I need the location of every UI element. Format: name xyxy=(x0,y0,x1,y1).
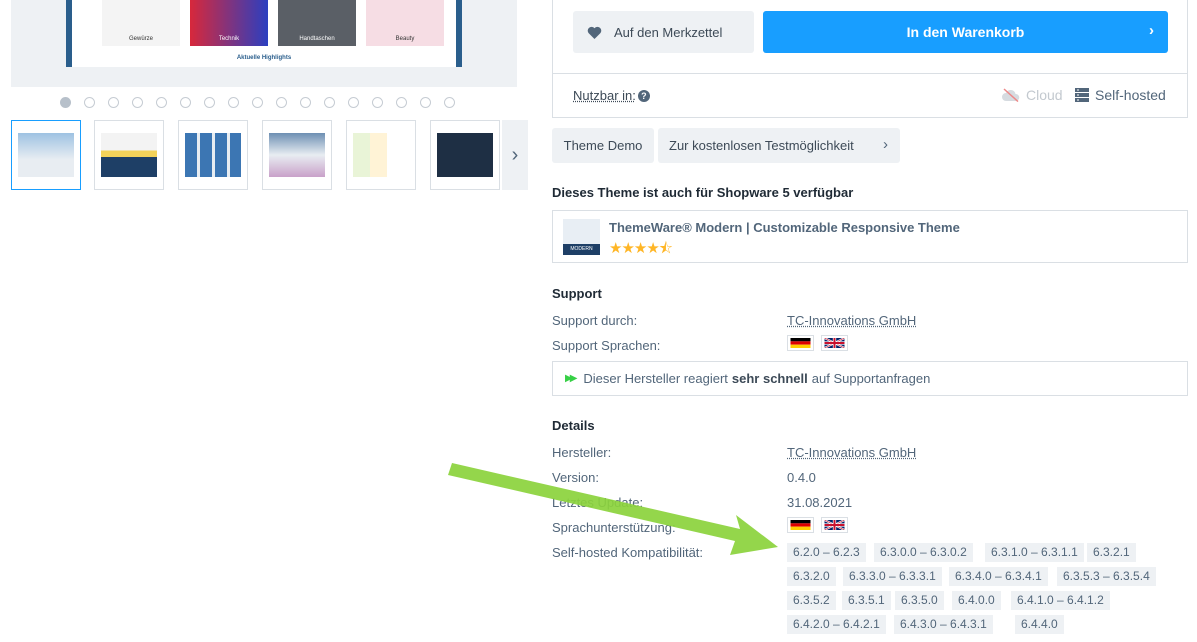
gallery-thumbnail[interactable] xyxy=(430,120,500,190)
gallery-thumbnail[interactable] xyxy=(262,120,332,190)
self-hosted-option: Self-hosted xyxy=(1075,87,1166,103)
chevron-right-icon: › xyxy=(511,143,519,166)
uk-flag-icon xyxy=(821,517,848,533)
sw5-theme-thumbnail: MODERN xyxy=(563,219,600,255)
buy-box: Auf den Merkzettel In den Warenkorb › Nu… xyxy=(552,0,1188,118)
version-tag: 6.3.5.1 xyxy=(842,591,891,610)
manufacturer-link[interactable]: TC-Innovations GmbH xyxy=(787,445,916,460)
version-tag: 6.3.2.1 xyxy=(1087,543,1136,562)
support-languages-label: Support Sprachen: xyxy=(552,338,661,353)
support-by-link[interactable]: TC-Innovations GmbH xyxy=(787,313,916,328)
theme-preview-screenshot: Gewürze Technik Handtaschen Beauty Aktue… xyxy=(66,0,462,67)
preview-product: Gewürze xyxy=(102,0,180,46)
gallery-dot[interactable] xyxy=(276,97,287,108)
cart-label: In den Warenkorb xyxy=(906,24,1025,40)
compatibility-label: Self-hosted Kompatibilität: xyxy=(552,545,704,560)
german-flag-icon xyxy=(787,517,814,533)
gallery-dot[interactable] xyxy=(228,97,239,108)
usable-in-text: Nutzbar in: xyxy=(573,88,636,103)
server-icon xyxy=(1075,88,1089,102)
sw5-theme-card[interactable]: MODERN ThemeWare® Modern | Customizable … xyxy=(552,210,1188,263)
gallery-dot[interactable] xyxy=(444,97,455,108)
gallery-dot[interactable] xyxy=(324,97,335,108)
cloud-off-icon xyxy=(1002,88,1020,102)
preview-product: Beauty xyxy=(366,0,444,46)
language-support-label: Sprachunterstützung: xyxy=(552,520,676,535)
chevron-right-icon: › xyxy=(883,136,888,153)
gallery-dot[interactable] xyxy=(84,97,95,108)
preview-caption: Aktuelle Highlights xyxy=(236,55,292,61)
gallery-dot[interactable] xyxy=(372,97,383,108)
thumbnails-next-button[interactable]: › xyxy=(502,120,528,190)
gallery-dot[interactable] xyxy=(396,97,407,108)
gallery-dot[interactable] xyxy=(420,97,431,108)
gallery-dot[interactable] xyxy=(156,97,167,108)
help-icon[interactable]: ? xyxy=(637,90,650,102)
chevron-right-icon: › xyxy=(1149,22,1154,39)
last-update-label: Letztes Update: xyxy=(552,495,644,510)
speed-bold: sehr schnell xyxy=(731,371,808,386)
rating-stars: ★★★★⯪ xyxy=(609,240,673,257)
gallery-dot[interactable] xyxy=(300,97,311,108)
gallery-dot[interactable] xyxy=(180,97,191,108)
preview-product: Handtaschen xyxy=(278,0,356,46)
manufacturer-label: Hersteller: xyxy=(552,445,612,460)
gallery-dot[interactable] xyxy=(132,97,143,108)
sw5-heading: Dieses Theme ist auch für Shopware 5 ver… xyxy=(552,185,854,200)
last-update-value: 31.08.2021 xyxy=(787,495,853,510)
version-tag: 6.3.2.0 xyxy=(787,567,836,586)
free-trial-label: Zur kostenlosen Testmöglichkeit xyxy=(669,138,854,153)
details-heading: Details xyxy=(552,418,595,433)
version-tag: 6.3.3.0 – 6.3.3.1 xyxy=(843,567,942,586)
uk-flag-icon xyxy=(821,335,848,351)
gallery-thumbnail[interactable] xyxy=(346,120,416,190)
version-tag: 6.4.4.0 xyxy=(1015,615,1064,634)
version-tag: 6.4.2.0 – 6.4.2.1 xyxy=(787,615,886,634)
theme-demo-button[interactable]: Theme Demo xyxy=(552,128,654,163)
gallery-pagination xyxy=(60,97,455,108)
version-tag: 6.3.1.0 – 6.3.1.1 xyxy=(985,543,1084,562)
support-heading: Support xyxy=(552,286,602,301)
wishlist-button[interactable]: Auf den Merkzettel xyxy=(573,11,754,53)
version-tag: 6.3.5.0 xyxy=(895,591,944,610)
version-tag: 6.4.0.0 xyxy=(952,591,1001,610)
add-to-cart-button[interactable]: In den Warenkorb › xyxy=(763,11,1168,53)
gallery-dot[interactable] xyxy=(60,97,71,108)
gallery-thumbnails: › xyxy=(11,120,528,190)
speed-suffix: auf Supportanfragen xyxy=(811,371,931,386)
version-tag: 6.3.5.3 – 6.3.5.4 xyxy=(1057,567,1156,586)
version-tag: 6.4.3.0 – 6.4.3.1 xyxy=(894,615,993,634)
self-hosted-label: Self-hosted xyxy=(1095,87,1166,103)
heart-icon xyxy=(587,26,602,39)
gallery-thumbnail[interactable] xyxy=(94,120,164,190)
divider xyxy=(553,73,1187,74)
gallery-dot[interactable] xyxy=(252,97,263,108)
version-value: 0.4.0 xyxy=(787,470,816,485)
cloud-label: Cloud xyxy=(1026,87,1063,103)
sw5-theme-name: ThemeWare® Modern | Customizable Respons… xyxy=(609,220,960,235)
gallery-thumbnail[interactable] xyxy=(11,120,81,190)
preview-product: Technik xyxy=(190,0,268,46)
cloud-option: Cloud xyxy=(1001,87,1063,103)
sw5-thumbnail-caption: MODERN xyxy=(563,244,600,255)
support-speed-notice: ▶▶ Dieser Hersteller reagiert sehr schne… xyxy=(552,361,1188,396)
gallery-thumbnail[interactable] xyxy=(178,120,248,190)
version-tag: 6.3.4.0 – 6.3.4.1 xyxy=(949,567,1048,586)
version-tag: 6.4.1.0 – 6.4.1.2 xyxy=(1011,591,1110,610)
gallery-main-image[interactable]: Gewürze Technik Handtaschen Beauty Aktue… xyxy=(11,0,517,87)
fast-forward-icon: ▶▶ xyxy=(565,373,578,384)
usable-in-label[interactable]: Nutzbar in:? xyxy=(573,88,650,103)
gallery-dot[interactable] xyxy=(204,97,215,108)
version-tag: 6.3.0.0 – 6.3.0.2 xyxy=(874,543,973,562)
free-trial-button[interactable]: Zur kostenlosen Testmöglichkeit › xyxy=(658,128,900,163)
version-tag: 6.2.0 – 6.2.3 xyxy=(787,543,866,562)
gallery-dot[interactable] xyxy=(348,97,359,108)
version-tag: 6.3.5.2 xyxy=(787,591,836,610)
support-by-label: Support durch: xyxy=(552,313,638,328)
version-label: Version: xyxy=(552,470,599,485)
gallery-dot[interactable] xyxy=(108,97,119,108)
german-flag-icon xyxy=(787,335,814,351)
wishlist-label: Auf den Merkzettel xyxy=(614,24,723,40)
speed-prefix: Dieser Hersteller reagiert xyxy=(583,371,728,386)
